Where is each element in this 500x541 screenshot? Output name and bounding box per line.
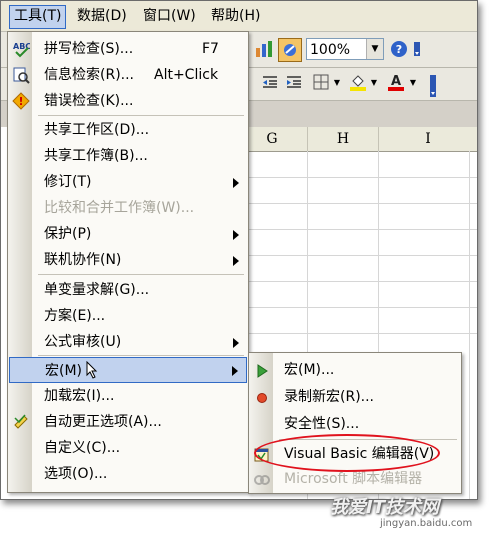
submenu-arrow-icon: [233, 230, 239, 240]
mouse-cursor-icon: [86, 360, 98, 383]
menu-item-compare-merge: 比较和合并工作簿(W)...: [8, 195, 248, 221]
submenu-item-record-macro[interactable]: 录制新宏(R)...: [249, 384, 461, 411]
menu-item-label: 自定义(C)...: [44, 440, 121, 456]
menu-item-online-collaboration[interactable]: 联机协作(N): [8, 247, 248, 273]
svg-text:?: ?: [396, 43, 402, 56]
play-icon: [253, 362, 271, 380]
borders-icon[interactable]: [310, 71, 332, 93]
menu-item-track-changes[interactable]: 修订(T): [8, 169, 248, 195]
menu-separator: [38, 115, 244, 116]
menu-item-label: 加载宏(I)...: [44, 388, 115, 404]
svg-text:A: A: [391, 74, 401, 89]
error-check-icon: !: [12, 92, 30, 110]
help-icon[interactable]: ?: [388, 38, 410, 60]
menu-item-label: 保护(P): [44, 226, 92, 242]
zoom-value: 100%: [310, 42, 351, 58]
menu-item-customize[interactable]: 自定义(C)...: [8, 435, 248, 461]
highlight-oval: [254, 434, 440, 472]
menu-item-options[interactable]: 选项(O)...: [8, 461, 248, 487]
chart-wizard-icon[interactable]: [253, 38, 275, 60]
toolbar-options-icon[interactable]: [411, 38, 423, 60]
autocorrect-icon: [12, 413, 30, 431]
column-header-i[interactable]: I: [379, 127, 477, 152]
menu-item-add-ins[interactable]: 加载宏(I)...: [8, 383, 248, 409]
submenu-arrow-icon: [233, 178, 239, 188]
grid-line: [237, 177, 477, 178]
menu-bar: 工具(T) 数据(D) 窗口(W) 帮助(H): [1, 1, 477, 32]
menu-window[interactable]: 窗口(W): [139, 5, 200, 27]
record-icon: [253, 389, 271, 407]
watermark-text: 我爱IT技术网: [330, 497, 439, 518]
fill-color-icon[interactable]: [347, 71, 369, 93]
menu-item-goal-seek[interactable]: 单变量求解(G)...: [8, 277, 248, 303]
menu-item-label: 信息检索(R)...: [44, 67, 135, 83]
menu-item-label: 拼写检查(S)...: [44, 41, 134, 57]
menu-item-label: 方案(E)...: [44, 308, 106, 324]
menu-item-shortcut: Alt+Click: [154, 67, 219, 83]
menu-item-label: 联机协作(N): [44, 252, 122, 268]
menu-item-research[interactable]: 信息检索(R)... Alt+Click: [8, 62, 248, 88]
macro-submenu: 宏(M)... 录制新宏(R)... 安全性(S)... Visual Basi…: [248, 352, 462, 494]
menu-data[interactable]: 数据(D): [73, 5, 131, 27]
chevron-down-icon[interactable]: ▼: [366, 39, 383, 59]
menu-item-label: 宏(M): [45, 363, 83, 379]
submenu-arrow-icon: [233, 338, 239, 348]
menu-item-label: 单变量求解(G)...: [44, 282, 150, 298]
submenu-item-macros[interactable]: 宏(M)...: [249, 357, 461, 384]
menu-item-label: 比较和合并工作簿(W)...: [44, 200, 195, 216]
watermark-url: jingyan.baidu.com: [380, 518, 473, 529]
fill-color-dropdown-icon[interactable]: ▼: [369, 71, 379, 93]
svg-text:!: !: [18, 95, 23, 108]
grid-line: [237, 203, 477, 204]
script-editor-icon: [253, 471, 271, 489]
menu-item-protection[interactable]: 保护(P): [8, 221, 248, 247]
menu-item-shortcut: F7: [202, 41, 219, 57]
menu-separator: [38, 274, 244, 275]
menu-item-error-check[interactable]: ! 错误检查(K)...: [8, 88, 248, 114]
menu-separator: [38, 355, 244, 356]
research-icon: [12, 66, 30, 84]
grid-line: [237, 281, 477, 282]
tools-menu: ABC 拼写检查(S)... F7 信息检索(R)... Alt+Click !…: [7, 31, 249, 493]
menu-item-label: 错误检查(K)...: [44, 93, 134, 109]
grid-line: [237, 229, 477, 230]
grid-line: [237, 255, 477, 256]
borders-dropdown-icon[interactable]: ▼: [332, 71, 342, 93]
submenu-arrow-icon: [233, 256, 239, 266]
menu-item-spellcheck[interactable]: ABC 拼写检查(S)... F7: [8, 36, 248, 62]
menu-item-scenarios[interactable]: 方案(E)...: [8, 303, 248, 329]
menu-item-label: 共享工作区(D)...: [44, 122, 150, 138]
submenu-arrow-icon: [232, 366, 238, 376]
menu-item-formula-auditing[interactable]: 公式审核(U): [8, 329, 248, 355]
menu-item-label: 宏(M)...: [284, 362, 335, 378]
menu-item-share-workbook[interactable]: 共享工作簿(B)...: [8, 143, 248, 169]
grid-line: [237, 333, 477, 334]
grid-line: [237, 307, 477, 308]
menu-item-label: 自动更正选项(A)...: [44, 414, 162, 430]
spellcheck-icon: ABC: [12, 40, 31, 58]
increase-indent-icon[interactable]: [283, 71, 305, 93]
menu-item-label: 共享工作簿(B)...: [44, 148, 148, 164]
decrease-indent-icon[interactable]: [259, 71, 281, 93]
menu-item-label: 选项(O)...: [44, 466, 108, 482]
font-color-dropdown-icon[interactable]: ▼: [408, 71, 418, 93]
menu-item-label: 公式审核(U): [44, 334, 122, 350]
menu-help[interactable]: 帮助(H): [207, 5, 264, 27]
menu-item-macro[interactable]: 宏(M): [9, 357, 247, 383]
menu-tools[interactable]: 工具(T): [9, 5, 67, 29]
menu-item-shared-workspace[interactable]: 共享工作区(D)...: [8, 117, 248, 143]
zoom-select[interactable]: 100% ▼: [306, 38, 384, 60]
menu-item-autocorrect[interactable]: 自动更正选项(A)...: [8, 409, 248, 435]
font-color-icon[interactable]: A: [385, 71, 407, 93]
column-header-h[interactable]: H: [308, 127, 379, 152]
drawing-icon[interactable]: [278, 38, 302, 62]
menu-item-label: 录制新宏(R)...: [284, 389, 375, 405]
menu-item-label: 修订(T): [44, 174, 92, 190]
toolbar-options-icon[interactable]: [427, 72, 439, 100]
